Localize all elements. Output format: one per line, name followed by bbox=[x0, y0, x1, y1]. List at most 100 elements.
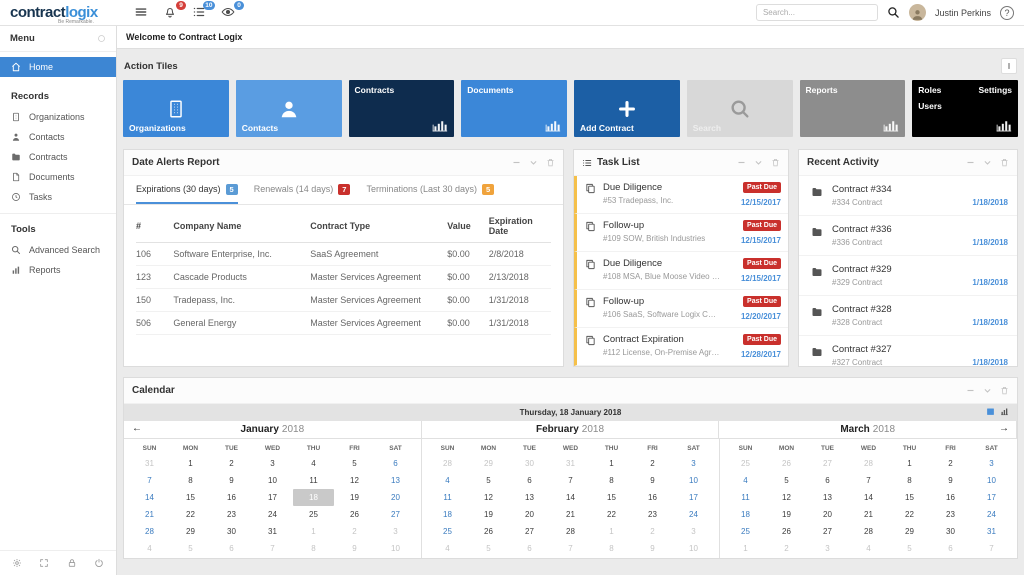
calendar-day[interactable]: 21 bbox=[550, 506, 591, 523]
sidebar-item-organizations[interactable]: Organizations bbox=[0, 107, 116, 127]
task-list-item[interactable]: Follow-up #106 SaaS, Software Logix CRM … bbox=[574, 290, 788, 328]
minimize-icon[interactable] bbox=[512, 158, 521, 167]
user-name[interactable]: Justin Perkins bbox=[935, 8, 991, 18]
calendar-day[interactable]: 2 bbox=[766, 540, 807, 557]
activity-item[interactable]: Contract #328 #328 Contract 1/18/2018 bbox=[799, 296, 1017, 336]
calendar-day[interactable]: 16 bbox=[632, 489, 673, 506]
calendar-day[interactable]: 4 bbox=[725, 472, 766, 489]
calendar-day[interactable]: 2 bbox=[930, 455, 971, 472]
activity-date[interactable]: 1/18/2018 bbox=[972, 278, 1008, 287]
sidebar-item-contacts[interactable]: Contacts bbox=[0, 127, 116, 147]
calendar-day[interactable]: 20 bbox=[375, 489, 416, 506]
calendar-day[interactable]: 1 bbox=[293, 523, 334, 540]
calendar-day[interactable]: 7 bbox=[971, 540, 1012, 557]
calendar-day[interactable]: 29 bbox=[889, 523, 930, 540]
calendar-day[interactable]: 5 bbox=[889, 540, 930, 557]
calendar-day[interactable]: 3 bbox=[807, 540, 848, 557]
calendar-day[interactable]: 20 bbox=[807, 506, 848, 523]
calendar-day[interactable]: 12 bbox=[766, 489, 807, 506]
calendar-day[interactable]: 24 bbox=[971, 506, 1012, 523]
calendar-day[interactable]: 8 bbox=[293, 540, 334, 557]
tile-label-roles[interactable]: Roles bbox=[918, 85, 941, 95]
chart-view-icon[interactable] bbox=[1000, 407, 1009, 416]
calendar-day[interactable]: 11 bbox=[725, 489, 766, 506]
calendar-day[interactable]: 28 bbox=[848, 455, 889, 472]
calendar-day[interactable]: 19 bbox=[334, 489, 375, 506]
calendar-day[interactable]: 13 bbox=[375, 472, 416, 489]
calendar-day[interactable]: 27 bbox=[509, 523, 550, 540]
help-button[interactable]: ? bbox=[1000, 5, 1014, 20]
calendar-day[interactable]: 3 bbox=[673, 455, 714, 472]
minimize-icon[interactable] bbox=[966, 158, 975, 167]
calendar-day[interactable]: 31 bbox=[550, 455, 591, 472]
calendar-day[interactable]: 21 bbox=[848, 506, 889, 523]
tile-reports[interactable]: Reports bbox=[799, 80, 906, 137]
calendar-day[interactable]: 14 bbox=[129, 489, 170, 506]
chevron-down-icon[interactable] bbox=[754, 158, 763, 167]
calendar-day[interactable]: 27 bbox=[807, 523, 848, 540]
table-row[interactable]: 150 Tradepass, Inc. Master Services Agre… bbox=[136, 289, 551, 312]
calendar-day[interactable]: 23 bbox=[211, 506, 252, 523]
activity-date[interactable]: 1/18/2018 bbox=[972, 238, 1008, 247]
lock-icon[interactable] bbox=[67, 558, 77, 568]
task-list-item[interactable]: Contract Expiration #112 License, On-Pre… bbox=[574, 328, 788, 366]
calendar-day[interactable]: 19 bbox=[766, 506, 807, 523]
avatar[interactable] bbox=[908, 4, 926, 21]
calendar-day[interactable]: 2 bbox=[334, 523, 375, 540]
calendar-day[interactable]: 27 bbox=[807, 455, 848, 472]
table-row[interactable]: 506 General Energy Master Services Agree… bbox=[136, 312, 551, 335]
calendar-day[interactable]: 23 bbox=[632, 506, 673, 523]
calendar-day[interactable]: 4 bbox=[848, 540, 889, 557]
calendar-day[interactable]: 25 bbox=[427, 523, 468, 540]
calendar-day[interactable]: 1 bbox=[591, 455, 632, 472]
calendar-day[interactable]: 28 bbox=[427, 455, 468, 472]
calendar-day[interactable]: 5 bbox=[468, 540, 509, 557]
notifications-button[interactable]: 9 bbox=[163, 1, 186, 20]
task-list-item[interactable]: Due Diligence #108 MSA, Blue Moose Video… bbox=[574, 252, 788, 290]
task-due-date[interactable]: 12/15/2017 bbox=[741, 236, 781, 245]
chevron-down-icon[interactable] bbox=[983, 386, 992, 395]
calendar-day[interactable]: 22 bbox=[591, 506, 632, 523]
calendar-day[interactable]: 7 bbox=[550, 540, 591, 557]
minimize-icon[interactable] bbox=[966, 386, 975, 395]
calendar-day[interactable]: 7 bbox=[129, 472, 170, 489]
tile-contacts[interactable]: Contacts bbox=[235, 80, 342, 137]
calendar-day[interactable]: 9 bbox=[632, 472, 673, 489]
tile-label-users[interactable]: Users bbox=[918, 101, 942, 111]
col-company[interactable]: Company Name bbox=[173, 221, 310, 231]
calendar-day[interactable]: 12 bbox=[468, 489, 509, 506]
calendar-day[interactable]: 9 bbox=[334, 540, 375, 557]
tab-renewals[interactable]: Renewals (14 days) 7 bbox=[254, 184, 351, 204]
calendar-day[interactable]: 2 bbox=[632, 455, 673, 472]
calendar-day[interactable]: 23 bbox=[930, 506, 971, 523]
calendar-day[interactable]: 3 bbox=[375, 523, 416, 540]
task-list-item[interactable]: Due Diligence #53 Tradepass, Inc. Past D… bbox=[574, 176, 788, 214]
calendar-day[interactable]: 3 bbox=[971, 455, 1012, 472]
calendar-day[interactable]: 4 bbox=[129, 540, 170, 557]
tasks-button[interactable]: 10 bbox=[192, 1, 215, 20]
calendar-day[interactable]: 14 bbox=[848, 489, 889, 506]
calendar-day[interactable]: 24 bbox=[673, 506, 714, 523]
task-due-date[interactable]: 12/20/2017 bbox=[741, 312, 781, 321]
calendar-day[interactable]: 13 bbox=[807, 489, 848, 506]
calendar-day[interactable]: 6 bbox=[930, 540, 971, 557]
activity-item[interactable]: Contract #334 #334 Contract 1/18/2018 bbox=[799, 176, 1017, 216]
activity-date[interactable]: 1/18/2018 bbox=[972, 198, 1008, 207]
calendar-day[interactable]: 25 bbox=[725, 523, 766, 540]
calendar-day[interactable]: 10 bbox=[375, 540, 416, 557]
calendar-day[interactable]: 8 bbox=[591, 472, 632, 489]
table-row[interactable]: 106 Software Enterprise, Inc. SaaS Agree… bbox=[136, 243, 551, 266]
menu-pin-icon[interactable] bbox=[97, 34, 106, 43]
calendar-day[interactable]: 7 bbox=[848, 472, 889, 489]
calendar-day[interactable]: 25 bbox=[293, 506, 334, 523]
gear-icon[interactable] bbox=[12, 558, 22, 568]
tile-documents[interactable]: Documents bbox=[461, 80, 567, 137]
calendar-day[interactable]: 10 bbox=[971, 472, 1012, 489]
calendar-day[interactable]: 18 bbox=[725, 506, 766, 523]
tile-search[interactable]: Search bbox=[686, 80, 793, 137]
calendar-day[interactable]: 4 bbox=[427, 472, 468, 489]
calendar-day[interactable]: 28 bbox=[848, 523, 889, 540]
calendar-day[interactable]: 13 bbox=[509, 489, 550, 506]
calendar-day[interactable]: 9 bbox=[632, 540, 673, 557]
calendar-day[interactable]: 16 bbox=[211, 489, 252, 506]
